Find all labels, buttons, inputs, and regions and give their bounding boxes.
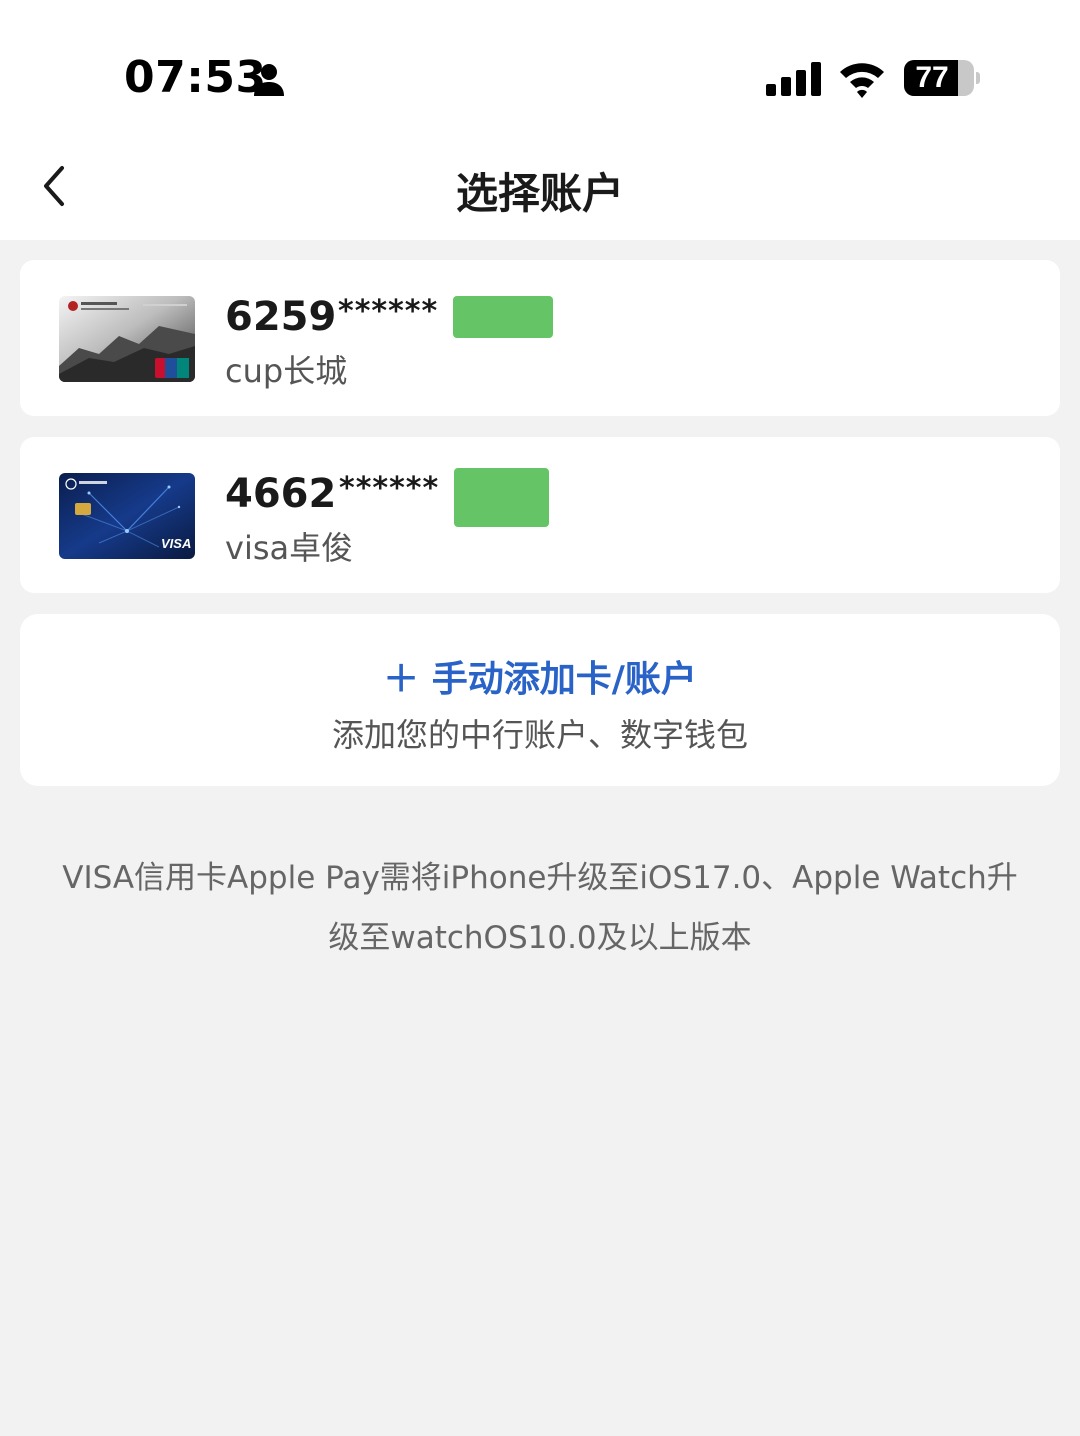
add-card-title: ＋ 手动添加卡/账户 — [383, 659, 697, 700]
status-time: 07:53 — [124, 52, 267, 103]
redacted-digits — [454, 468, 549, 527]
status-bar: 07:53 77 — [0, 0, 1080, 140]
cellular-signal-icon — [766, 62, 821, 96]
card-number-prefix: 4662 — [225, 471, 337, 517]
add-card-subtitle: 添加您的中行账户、数字钱包 — [331, 716, 748, 754]
card-name: visa卓俊 — [225, 529, 354, 567]
card-name: cup长城 — [225, 352, 348, 390]
great-wall-card-icon — [59, 296, 195, 382]
wifi-icon — [840, 63, 884, 98]
account-row-visa[interactable]: VISA 4662 ****** visa卓俊 — [20, 437, 1060, 593]
apple-pay-notice: VISA信用卡Apple Pay需将iPhone升级至iOS17.0、Apple… — [30, 848, 1050, 968]
svg-text:VISA: VISA — [161, 536, 191, 551]
person-icon — [254, 64, 284, 96]
battery-indicator: 77 — [904, 60, 980, 96]
card-number-mask: ****** — [338, 294, 439, 329]
account-row-cup[interactable]: 6259 ****** cup长城 — [20, 260, 1060, 416]
redacted-digits — [453, 296, 553, 338]
card-number-mask: ****** — [339, 471, 440, 506]
visa-card-icon: VISA — [59, 473, 195, 559]
add-card-button[interactable]: ＋ 手动添加卡/账户 添加您的中行账户、数字钱包 — [20, 614, 1060, 786]
page-title: 选择账户 — [455, 169, 624, 218]
card-number-prefix: 6259 — [225, 294, 337, 340]
battery-tip — [976, 72, 980, 84]
notice-line-2: 级至watchOS10.0及以上版本 — [328, 920, 752, 956]
battery-percent: 77 — [915, 61, 949, 94]
battery-body: 77 — [904, 60, 974, 96]
notice-line-1: VISA信用卡Apple Pay需将iPhone升级至iOS17.0、Apple… — [62, 860, 1018, 896]
nav-bar: 选择账户 — [0, 140, 1080, 240]
